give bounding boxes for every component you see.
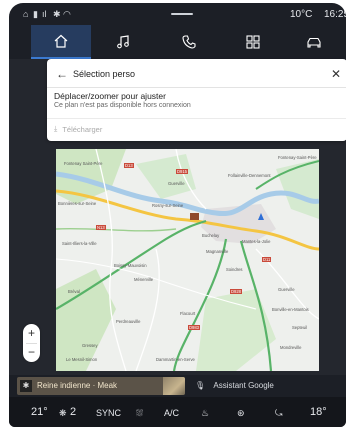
album-art — [163, 377, 185, 395]
road-label: D13 — [124, 163, 134, 168]
download-label: Télécharger — [62, 124, 103, 134]
road-label: D983 — [188, 325, 201, 330]
media-bar: ✱ Reine indienne · Meak 🎙︎ Assistant Goo… — [9, 375, 346, 397]
close-icon[interactable]: ✕ — [331, 67, 341, 81]
town-label: Boissy-Mauvoisin — [114, 263, 147, 268]
phone-icon — [182, 35, 196, 49]
outside-temperature: 10°C — [290, 9, 313, 20]
car-icon — [307, 37, 321, 48]
divider — [47, 87, 346, 88]
town-label: Guerville — [278, 287, 295, 292]
town-label: Guerville — [168, 181, 185, 186]
town-label: Le Mesnil-Simon — [66, 357, 98, 362]
clock: 16:25 — [324, 9, 346, 20]
download-button[interactable]: ⤓ Télécharger — [54, 124, 102, 134]
status-bar: ⌂ ▮ ıl ✱ ◠ 10°C 16:25 — [9, 3, 346, 25]
town-label: Soindres — [226, 267, 243, 272]
zoom-in-button[interactable]: + — [23, 325, 40, 342]
download-icon: ⤓ — [54, 124, 58, 133]
town-label: Follainville-Dennemont — [228, 173, 271, 178]
town-label: Mantes-la-Jolie — [242, 239, 271, 244]
town-label: Septeuil — [292, 325, 308, 330]
sync-button[interactable]: SYNC — [96, 408, 121, 418]
map-download-panel: ← Sélection perso ✕ Déplacer/zoomer pour… — [47, 59, 346, 141]
tab-apps[interactable] — [223, 25, 283, 59]
climate-bar: 21° ❋ 2 SYNC ⛆ A/C ♨ ⊛ ⤿ 18° — [9, 397, 346, 427]
microphone-icon: 🎙︎ — [195, 381, 206, 390]
signal-icon: ıl — [42, 9, 47, 19]
road-label: D915 — [176, 169, 189, 174]
fan-icon[interactable]: ❋ — [59, 408, 67, 419]
home-icon — [54, 34, 68, 48]
zoom-out-button[interactable]: − — [23, 344, 40, 361]
road-label: D11 — [262, 257, 272, 262]
town-label: Perdreauville — [116, 319, 141, 324]
road-label: N13 — [96, 225, 106, 230]
wifi-icon: ◠ — [63, 9, 71, 19]
battery-icon: ▮ — [33, 9, 38, 19]
google-assistant-button[interactable]: 🎙︎ Assistant Google — [195, 381, 274, 390]
bluetooth-icon: ✱ — [53, 9, 61, 19]
back-arrow-icon[interactable]: ← — [56, 67, 68, 81]
tab-phone[interactable] — [159, 25, 219, 59]
map-graphic — [56, 149, 319, 371]
tab-music[interactable] — [93, 25, 153, 59]
town-label: Rosny-sur-Seine — [152, 203, 184, 208]
driver-temperature[interactable]: 21° — [31, 406, 48, 418]
town-label: Magnanville — [206, 249, 229, 254]
town-label: Bonnières-sur-Seine — [58, 201, 97, 206]
offline-note: Ce plan n'est pas disponible hors connex… — [54, 102, 191, 109]
now-playing-title: Reine indienne · Meak — [37, 381, 118, 390]
town-label: Saint-Illiers-la-Ville — [62, 241, 97, 246]
town-label: Ménerville — [134, 277, 154, 282]
bluetooth-icon: ✱ — [20, 380, 32, 392]
town-label: Gressey — [82, 343, 98, 348]
tab-home[interactable] — [31, 25, 91, 59]
apps-grid-icon — [246, 35, 260, 49]
town-label: Dammartin-en-Serve — [156, 357, 195, 362]
map-poi-marker[interactable] — [190, 213, 199, 220]
steering-wheel-heat-icon[interactable]: ⊛ — [237, 408, 245, 419]
seat-heat-icon[interactable]: ♨ — [201, 408, 209, 419]
now-playing-widget[interactable]: ✱ Reine indienne · Meak — [17, 377, 185, 395]
divider — [47, 118, 346, 119]
town-label: Flacourt — [180, 311, 196, 316]
map-view[interactable]: Fontenay Saint-Père Fontenay-Saint-Père … — [56, 149, 319, 371]
pull-down-handle[interactable] — [171, 13, 193, 15]
windshield-defrost-icon[interactable]: ⛆ — [136, 408, 143, 419]
instruction-text: Déplacer/zoomer pour ajuster — [54, 91, 166, 101]
airflow-icon[interactable]: ⤿ — [275, 408, 283, 419]
fan-level: 2 — [70, 406, 77, 418]
town-label: Fontenay-Saint-Père — [278, 155, 317, 160]
content-area: Fontenay Saint-Père Fontenay-Saint-Père … — [9, 59, 346, 375]
town-label: Bréval — [68, 289, 80, 294]
ac-button[interactable]: A/C — [164, 408, 179, 418]
town-label: Fontenay Saint-Père — [64, 161, 103, 166]
town-label: Buchelay — [202, 233, 220, 238]
town-label: Mondreville — [280, 345, 302, 350]
music-note-icon — [117, 35, 129, 49]
main-navigation — [9, 25, 346, 59]
notification-icon: ⌂ — [23, 9, 29, 19]
passenger-temperature[interactable]: 18° — [310, 406, 327, 418]
town-label: Bonville-en-Mantois — [272, 307, 309, 312]
zoom-control: + − — [23, 324, 40, 362]
panel-title: Sélection perso — [73, 69, 136, 79]
assistant-label: Assistant Google — [213, 381, 274, 390]
road-label: D928 — [230, 289, 243, 294]
tab-vehicle[interactable] — [284, 25, 344, 59]
infotainment-screen: ⌂ ▮ ıl ✱ ◠ 10°C 16:25 — [9, 3, 346, 427]
